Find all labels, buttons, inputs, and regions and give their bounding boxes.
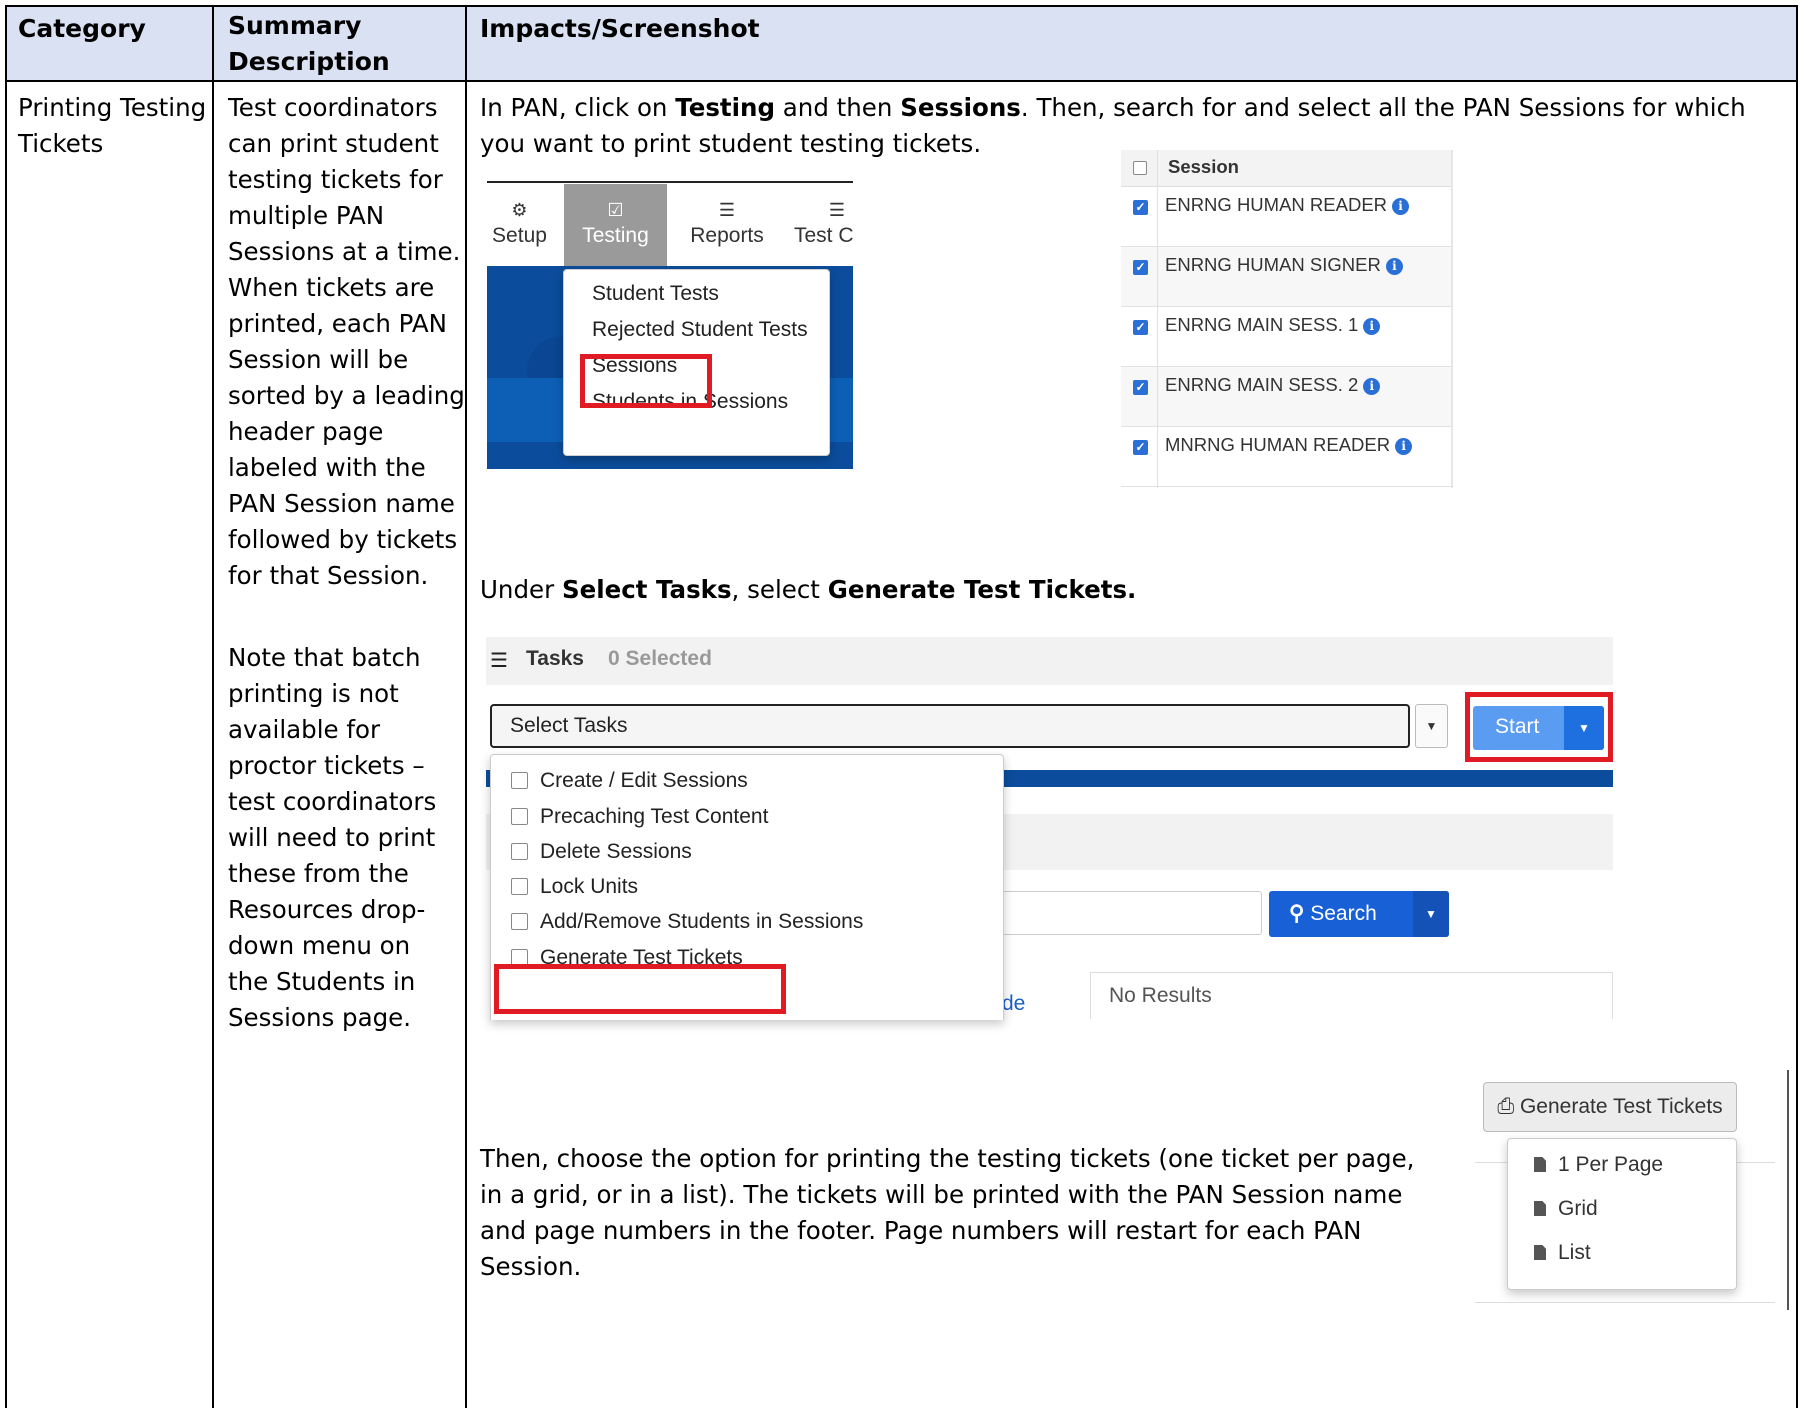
file-icon	[1534, 1201, 1546, 1216]
info-icon[interactable]: i	[1363, 318, 1381, 335]
table-column-divider-1	[212, 5, 214, 1408]
select-tasks-label: Select Tasks	[510, 714, 628, 737]
session-name: MNRNG HUMAN READER	[1165, 434, 1391, 455]
checkbox-checked[interactable]: ✓	[1133, 320, 1148, 335]
document-page: Category Summary Description Impacts/Scr…	[0, 0, 1802, 1408]
select-tasks-dropdown[interactable]: Select Tasks	[490, 704, 1410, 748]
list-icon: ☰	[490, 650, 508, 672]
table-header-divider	[5, 80, 1797, 82]
session-name: ENRNG MAIN SESS. 1	[1165, 314, 1359, 335]
tab-test-content[interactable]: ☰ Test C	[787, 184, 859, 268]
tab-testing[interactable]: ☑ Testing	[564, 184, 667, 268]
gear-icon: ⚙	[511, 200, 528, 220]
task-option-delete-sessions[interactable]: Delete Sessions	[511, 840, 692, 864]
option-1-per-page[interactable]: 1 Per Page	[1534, 1153, 1663, 1177]
tasks-title: Tasks	[526, 647, 584, 670]
session-row[interactable]: ✓ ENRNG HUMAN SIGNER i	[1121, 247, 1453, 307]
file-icon	[1534, 1157, 1546, 1172]
task-option-create-edit-sessions[interactable]: Create / Edit Sessions	[511, 769, 748, 793]
task-option-lock-units[interactable]: Lock Units	[511, 875, 638, 899]
info-icon[interactable]: i	[1392, 198, 1410, 215]
cell-category: Printing Testing Tickets	[18, 93, 207, 158]
partial-link-text[interactable]: de	[1002, 992, 1025, 1016]
cell-summary-paragraph-1: Test coordinators can print student test…	[228, 93, 465, 590]
search-button[interactable]: ⚲ Search ▼	[1269, 891, 1449, 937]
file-icon	[1534, 1245, 1546, 1260]
search-label: Search	[1310, 902, 1377, 925]
header-category: Category	[18, 14, 146, 43]
table-border-left	[5, 5, 7, 1408]
list-icon: ☰	[718, 200, 736, 220]
generate-test-tickets-button[interactable]: ⎙ Generate Test Tickets	[1483, 1082, 1737, 1132]
select-all-checkbox[interactable]	[1133, 161, 1147, 175]
print-icon: ⎙	[1497, 1095, 1515, 1118]
session-name: ENRNG HUMAN READER	[1165, 194, 1388, 215]
checkbox-checked[interactable]: ✓	[1133, 440, 1148, 455]
session-row[interactable]: ✓ ENRNG MAIN SESS. 1i	[1121, 307, 1453, 367]
checkbox[interactable]	[511, 913, 528, 930]
header-impacts-screenshot: Impacts/Screenshot	[480, 14, 760, 43]
option-list[interactable]: List	[1534, 1241, 1591, 1265]
checkbox[interactable]	[511, 772, 528, 789]
tab-reports[interactable]: ☰ Reports	[677, 184, 777, 268]
table-border-right	[1796, 5, 1798, 1408]
instruction-step-2: Under Select Tasks, select Generate Test…	[480, 575, 1137, 604]
session-row[interactable]: ✓ ENRNG MAIN SESS. 2i	[1121, 367, 1453, 427]
table-column-divider-2	[465, 5, 467, 1408]
session-name: ENRNG MAIN SESS. 2	[1165, 374, 1359, 395]
session-row[interactable]: ✓ MNRNG HUMAN READER i	[1121, 427, 1453, 487]
session-row[interactable]: ✓ ENRNG HUMAN READER i	[1121, 187, 1453, 247]
check-square-icon: ☑	[607, 200, 624, 220]
ticket-format-menu: 1 Per Page Grid List	[1507, 1138, 1737, 1290]
highlight-sessions	[580, 354, 712, 408]
info-icon[interactable]: i	[1385, 258, 1403, 275]
checkbox-checked[interactable]: ✓	[1133, 260, 1148, 275]
checkbox-checked[interactable]: ✓	[1133, 380, 1148, 395]
tasks-title-bar: ☰ Tasks 0 Selected	[486, 637, 1613, 685]
screenshot-tasks-panel: ☰ Tasks 0 Selected Select Tasks ▼ Start …	[486, 637, 1613, 1020]
info-icon[interactable]: i	[1363, 378, 1381, 395]
option-grid[interactable]: Grid	[1534, 1197, 1598, 1221]
checkbox-checked[interactable]: ✓	[1133, 200, 1148, 215]
session-name: ENRNG HUMAN SIGNER	[1165, 254, 1381, 275]
chevron-down-icon[interactable]: ▼	[1413, 891, 1449, 937]
task-option-precaching-test-content[interactable]: Precaching Test Content	[511, 805, 768, 829]
screenshot-pan-testing-menu: ⚙ Setup ☑ Testing ☰ Reports ☰ Test C Stu…	[487, 178, 854, 469]
menu-item-rejected-student-tests[interactable]: Rejected Student Tests	[592, 318, 808, 342]
task-option-add-remove-students[interactable]: Add/Remove Students in Sessions	[511, 910, 863, 934]
chevron-down-icon[interactable]: ▼	[1415, 704, 1448, 748]
search-icon: ⚲	[1289, 902, 1305, 925]
session-column-header: Session	[1168, 156, 1239, 177]
screenshot-generate-tickets: ⎙ Generate Test Tickets 1 Per Page Grid …	[1475, 1070, 1795, 1310]
checkbox[interactable]	[511, 878, 528, 895]
info-icon[interactable]: i	[1395, 438, 1413, 455]
highlight-generate-test-tickets	[494, 964, 786, 1014]
no-results-text: No Results	[1109, 984, 1212, 1007]
header-summary-description: Summary Description	[228, 11, 390, 76]
highlight-start-button	[1465, 692, 1613, 762]
checkbox[interactable]	[511, 808, 528, 825]
list-icon: ☰	[828, 200, 845, 220]
screenshot-session-list: Session ✓ ENRNG HUMAN READER i ✓ ENRNG HU…	[1121, 150, 1453, 488]
checkbox[interactable]	[511, 843, 528, 860]
tab-setup[interactable]: ⚙ Setup	[487, 184, 552, 268]
selected-count: 0 Selected	[608, 647, 712, 670]
results-panel: No Results	[1090, 972, 1613, 1019]
table-border-top	[5, 5, 1797, 7]
cell-summary-paragraph-2: Note that batch printing is not availabl…	[228, 643, 437, 1032]
menu-item-student-tests[interactable]: Student Tests	[592, 282, 719, 306]
instruction-step-3: Then, choose the option for printing the…	[480, 1144, 1415, 1281]
session-list-header: Session	[1121, 150, 1453, 187]
